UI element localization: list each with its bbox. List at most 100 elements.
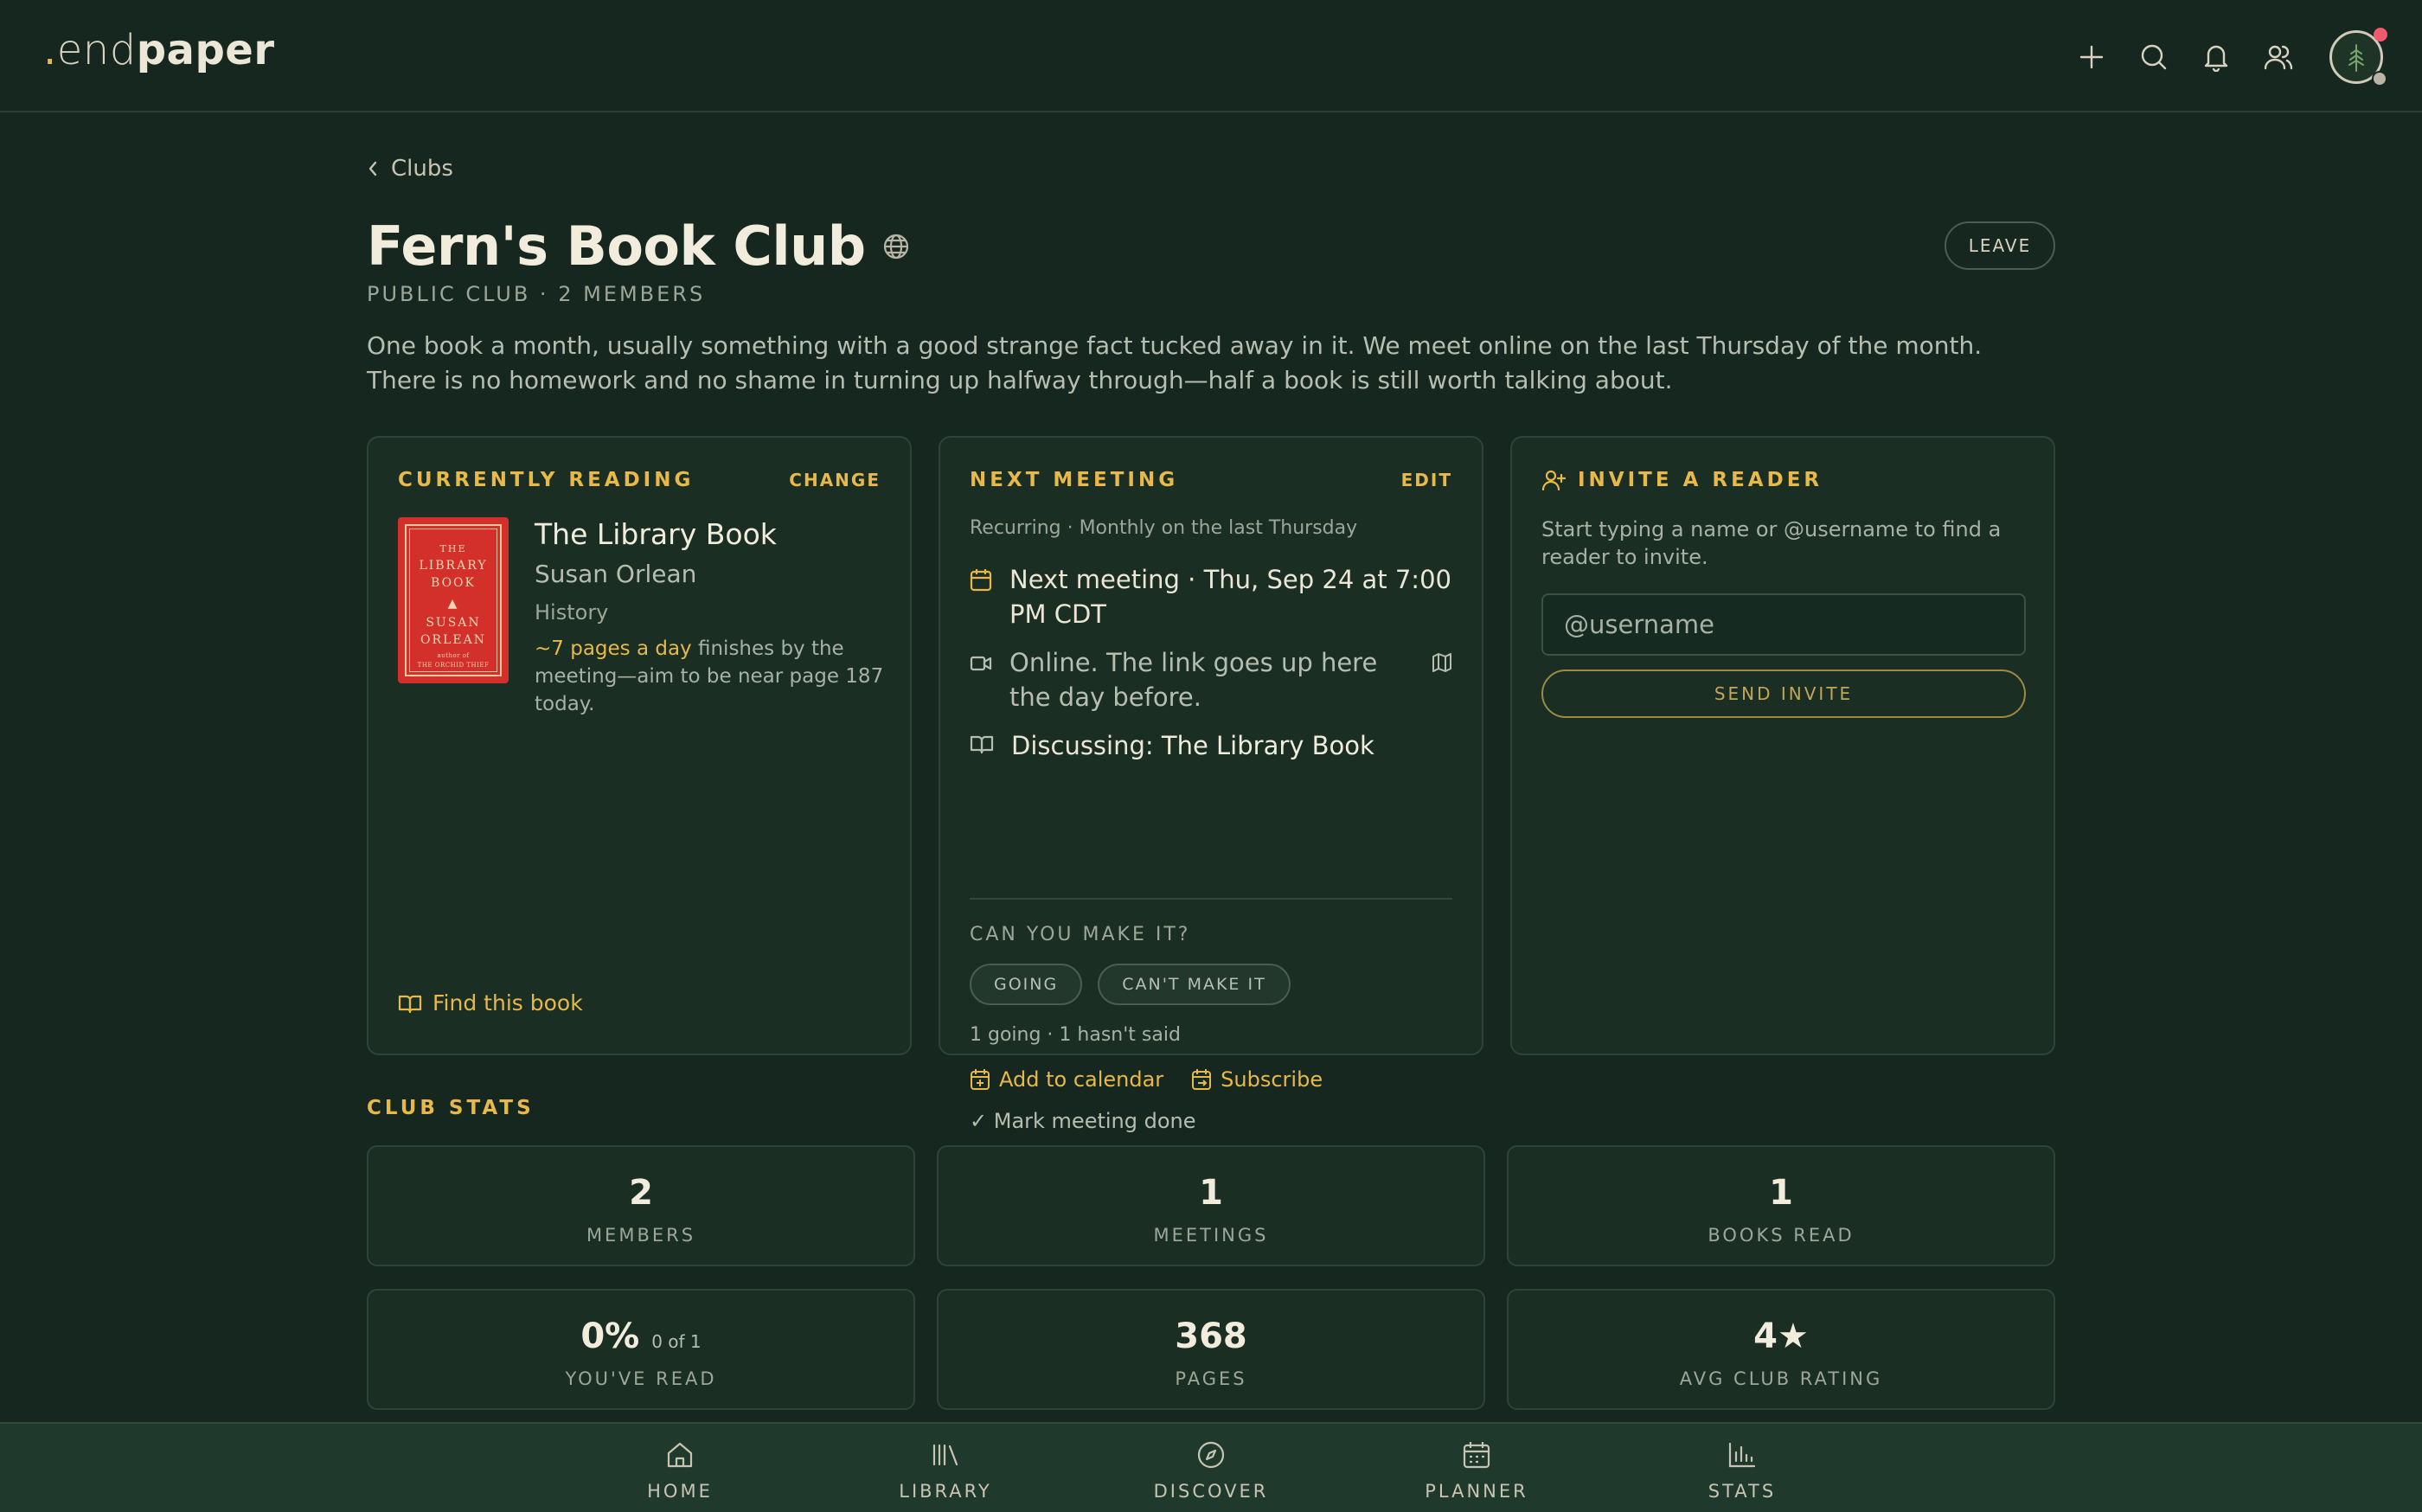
plus-icon[interactable]	[2060, 26, 2123, 88]
chevron-left-icon	[368, 161, 377, 176]
bottom-nav: HOME LIBRARY DISCOVER PLANNER STATS	[0, 1422, 2422, 1512]
stat-label: PAGES	[1175, 1368, 1247, 1389]
header-actions	[2060, 26, 2387, 88]
nav-stats[interactable]: STATS	[1656, 1438, 1829, 1502]
calendar-icon	[970, 569, 992, 592]
find-book-label: Find this book	[432, 990, 583, 1015]
page-title: Fern's Book Club	[367, 215, 866, 278]
stat-label: BOOKS READ	[1708, 1225, 1855, 1246]
library-icon	[932, 1444, 958, 1466]
invite-reader-card: INVITE A READER Start typing a name or @…	[1510, 436, 2055, 1055]
book-info: The Library Book Susan Orlean History ~7…	[535, 517, 889, 718]
book-cover[interactable]: THE LIBRARY BOOK ▲ SUSAN ORLEAN author o…	[398, 517, 509, 683]
add-to-calendar-label: Add to calendar	[999, 1067, 1164, 1092]
discussing-book[interactable]: The Library Book	[1162, 731, 1374, 760]
club-description: One book a month, usually something with…	[367, 331, 1983, 394]
club-title-row: Fern's Book Club	[367, 215, 911, 278]
invite-hint: Start typing a name or @username to find…	[1541, 517, 2002, 569]
brand-logo[interactable]: .endpaper	[43, 26, 275, 74]
stat-label: MEETINGS	[1153, 1225, 1269, 1246]
book-open-icon	[398, 995, 422, 1013]
logo-light: end	[56, 26, 137, 74]
discussing-text: Discussing: The Library Book	[1011, 728, 1374, 763]
meeting-location: Online. The link goes up here the day be…	[1009, 648, 1378, 712]
stat-avg-rating: 4★ AVG CLUB RATING	[1507, 1289, 2055, 1410]
stat-members: 2 MEMBERS	[367, 1145, 915, 1266]
book-genre: History	[535, 600, 609, 625]
home-icon	[667, 1442, 693, 1468]
club-meta: PUBLIC CLUB · 2 MEMBERS	[367, 282, 706, 306]
cover-text: SUSAN	[426, 616, 481, 630]
avatar[interactable]	[2325, 26, 2387, 88]
stat-pages: 368 PAGES	[937, 1289, 1485, 1410]
nav-label: PLANNER	[1425, 1481, 1528, 1502]
stat-label: AVG CLUB RATING	[1679, 1368, 1883, 1389]
back-to-clubs-link[interactable]: Clubs	[367, 156, 453, 182]
read-percent: 0%	[580, 1317, 640, 1356]
card-header: CURRENTLY READING CHANGE	[398, 469, 881, 491]
search-icon[interactable]	[2123, 26, 2185, 88]
back-label: Clubs	[391, 156, 453, 182]
going-button[interactable]: GOING	[970, 964, 1083, 1005]
card-title: NEXT MEETING	[970, 469, 1179, 491]
calendar-actions: Add to calendar Subscribe	[970, 1067, 1323, 1092]
username-input[interactable]	[1541, 593, 2026, 656]
nav-library[interactable]: LIBRARY	[859, 1438, 1032, 1502]
invite-title: INVITE A READER	[1578, 469, 1823, 491]
divider	[970, 898, 1452, 900]
calendar-sync-icon	[1192, 1069, 1212, 1090]
cover-text: THE ORCHID THIEF	[417, 662, 490, 669]
card-header: INVITE A READER	[1541, 469, 2024, 491]
stat-value: 0% 0 of 1	[368, 1317, 913, 1356]
bell-icon[interactable]	[2185, 26, 2247, 88]
read-count: 0 of 1	[651, 1331, 702, 1352]
book-title[interactable]: The Library Book	[535, 517, 889, 551]
nav-label: HOME	[647, 1481, 713, 1502]
map-icon[interactable]	[1432, 652, 1452, 673]
logo-dot: .	[43, 26, 57, 74]
club-stats-title: CLUB STATS	[367, 1097, 535, 1119]
video-icon	[970, 656, 992, 671]
card-title: INVITE A READER	[1541, 469, 1823, 491]
cover-text: BOOK	[431, 576, 476, 590]
pace-highlight: ~7 pages a day	[535, 637, 692, 660]
add-to-calendar-link[interactable]: Add to calendar	[970, 1067, 1163, 1092]
meeting-location-row: Online. The link goes up here the day be…	[970, 645, 1452, 714]
discussing-label: Discussing:	[1011, 731, 1162, 760]
stat-value: 368	[1175, 1317, 1247, 1356]
globe-icon	[883, 234, 908, 259]
rsvp-buttons: GOING CAN'T MAKE IT	[970, 964, 1291, 1005]
cover-text: THE	[439, 543, 467, 554]
notification-badge	[2374, 28, 2387, 42]
subscribe-link[interactable]: Subscribe	[1191, 1067, 1323, 1092]
cover-text: LIBRARY	[419, 559, 488, 573]
user-plus-icon	[1541, 470, 1566, 491]
avatar-status-icon	[2372, 71, 2387, 86]
book-open-icon	[970, 735, 994, 754]
nav-label: LIBRARY	[899, 1481, 992, 1502]
top-bar: .endpaper	[0, 0, 2422, 112]
cover-flame-icon: ▲	[447, 597, 459, 611]
nav-planner[interactable]: PLANNER	[1390, 1438, 1563, 1502]
meeting-time-row: Next meeting · Thu, Sep 24 at 7:00 PM CD…	[970, 562, 1452, 631]
rsvp-count: 1 going · 1 hasn't said	[970, 1024, 1181, 1046]
change-book-button[interactable]: CHANGE	[789, 470, 881, 490]
card-title: CURRENTLY READING	[398, 469, 695, 491]
find-book-link[interactable]: Find this book	[398, 990, 583, 1015]
currently-reading-card: CURRENTLY READING CHANGE THE LIBRARY BOO…	[367, 436, 912, 1055]
users-icon[interactable]	[2247, 26, 2310, 88]
meeting-datetime: Next meeting · Thu, Sep 24 at 7:00 PM CD…	[1009, 565, 1451, 629]
stat-label: MEMBERS	[586, 1225, 696, 1246]
stat-value: 1	[1769, 1173, 1793, 1213]
leave-button[interactable]: LEAVE	[1945, 221, 2055, 270]
nav-discover[interactable]: DISCOVER	[1124, 1438, 1298, 1502]
mark-meeting-done-button[interactable]: ✓ Mark meeting done	[970, 1109, 1196, 1133]
subscribe-label: Subscribe	[1221, 1067, 1323, 1092]
nav-home[interactable]: HOME	[593, 1438, 766, 1502]
rsvp-label: CAN YOU MAKE IT?	[970, 924, 1191, 945]
send-invite-button[interactable]: SEND INVITE	[1541, 670, 2026, 718]
stat-value: 1	[1199, 1173, 1223, 1213]
card-header: NEXT MEETING EDIT	[970, 469, 1452, 491]
cant-make-it-button[interactable]: CAN'T MAKE IT	[1098, 964, 1291, 1005]
edit-meeting-button[interactable]: EDIT	[1401, 470, 1452, 490]
